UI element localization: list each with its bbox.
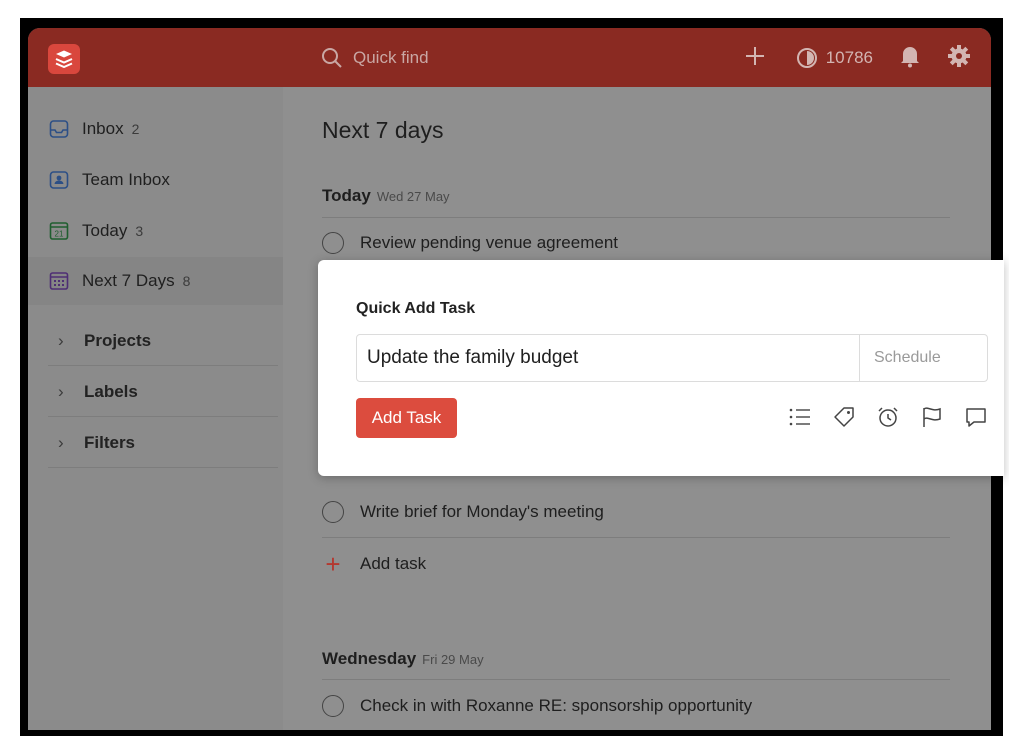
day-header-today: Today Wed 27 May — [322, 186, 450, 206]
label-tag-icon[interactable] — [832, 405, 856, 429]
task-checkbox[interactable] — [322, 501, 344, 523]
task-name-input[interactable] — [357, 335, 859, 381]
karma-count: 10786 — [825, 48, 873, 67]
sidebar-item-inbox[interactable]: Inbox 2 — [48, 114, 139, 144]
task-content: Write brief for Monday's meeting — [360, 502, 604, 521]
team-inbox-icon — [48, 169, 70, 191]
inbox-icon — [48, 118, 70, 140]
sidebar-item-label: Inbox — [82, 119, 124, 138]
day-date: Wed 27 May — [376, 189, 450, 204]
task-checkbox[interactable] — [322, 695, 344, 717]
sidebar-section-projects[interactable]: › Projects — [48, 316, 278, 366]
quick-add-dialog: Quick Add Task Schedule Add Task — [318, 260, 1004, 476]
divider — [322, 537, 950, 538]
sidebar-item-label: Team Inbox — [82, 170, 170, 189]
svg-text:21: 21 — [55, 230, 64, 239]
sidebar-item-team-inbox[interactable]: Team Inbox — [48, 165, 170, 195]
sidebar: Inbox 2 Team Inbox 21 Today 3 Next 7 Day… — [28, 87, 283, 730]
sidebar-section-filters[interactable]: › Filters — [48, 418, 278, 468]
search-icon — [322, 48, 342, 68]
sidebar-item-label: Today — [82, 221, 128, 240]
quick-find-placeholder: Quick find — [353, 48, 429, 67]
chevron-right-icon: › — [58, 381, 64, 401]
task-checkbox[interactable] — [322, 232, 344, 254]
sidebar-section-labels[interactable]: › Labels — [48, 367, 278, 417]
schedule-field[interactable]: Schedule — [859, 335, 987, 381]
sidebar-item-count: 8 — [182, 273, 191, 289]
task-input-box: Schedule — [356, 334, 988, 382]
page-title: Next 7 days — [322, 117, 444, 143]
sidebar-section-label: Filters — [84, 432, 136, 452]
task-item[interactable]: Write brief for Monday's meeting — [322, 497, 604, 527]
priority-flag-icon[interactable] — [920, 405, 944, 429]
sidebar-item-next-7-days[interactable]: Next 7 Days 8 — [48, 266, 190, 296]
alarm-clock-icon[interactable] — [876, 405, 900, 429]
add-icon[interactable] — [744, 45, 766, 72]
top-bar-actions: 10786 — [744, 43, 971, 73]
chevron-right-icon: › — [58, 330, 64, 350]
calendar-today-icon: 21 — [48, 220, 70, 242]
karma-button[interactable]: 10786 — [796, 47, 873, 69]
day-header-wednesday: Wednesday Fri 29 May — [322, 649, 484, 669]
day-date: Fri 29 May — [422, 652, 484, 667]
app-logo-icon[interactable] — [48, 44, 80, 74]
task-item[interactable]: Review pending venue agreement — [322, 228, 618, 258]
task-content: Review pending venue agreement — [360, 233, 619, 252]
sidebar-item-today[interactable]: 21 Today 3 — [48, 216, 143, 246]
project-list-icon[interactable] — [788, 406, 812, 428]
bell-icon[interactable] — [899, 44, 921, 73]
sidebar-section-label: Projects — [84, 330, 152, 350]
schedule-placeholder: Schedule — [874, 349, 941, 366]
comment-icon[interactable] — [964, 405, 988, 429]
gear-icon[interactable] — [947, 44, 971, 73]
sidebar-item-count: 3 — [135, 223, 144, 239]
add-task-submit-button[interactable]: Add Task — [356, 398, 457, 438]
task-item[interactable]: Check in with Roxanne RE: sponsorship op… — [322, 691, 752, 721]
dialog-title: Quick Add Task — [356, 300, 476, 317]
quick-find[interactable]: Quick find — [321, 45, 429, 71]
add-task-button[interactable]: + Add task — [322, 549, 426, 579]
calendar-week-icon — [48, 270, 70, 292]
day-name: Wednesday — [322, 649, 417, 668]
chevron-right-icon: › — [58, 432, 64, 452]
day-name: Today — [322, 186, 371, 205]
divider — [322, 679, 950, 680]
sidebar-item-label: Next 7 Days — [82, 271, 175, 290]
task-options-toolbar — [768, 405, 988, 429]
add-task-label: Add task — [360, 554, 427, 573]
top-bar: Quick find 10786 — [28, 28, 991, 87]
divider — [322, 217, 950, 218]
task-content: Check in with Roxanne RE: sponsorship op… — [360, 696, 753, 715]
sidebar-section-label: Labels — [84, 381, 138, 401]
plus-icon: + — [325, 549, 341, 579]
karma-icon — [796, 48, 817, 68]
sidebar-item-count: 2 — [131, 121, 140, 137]
